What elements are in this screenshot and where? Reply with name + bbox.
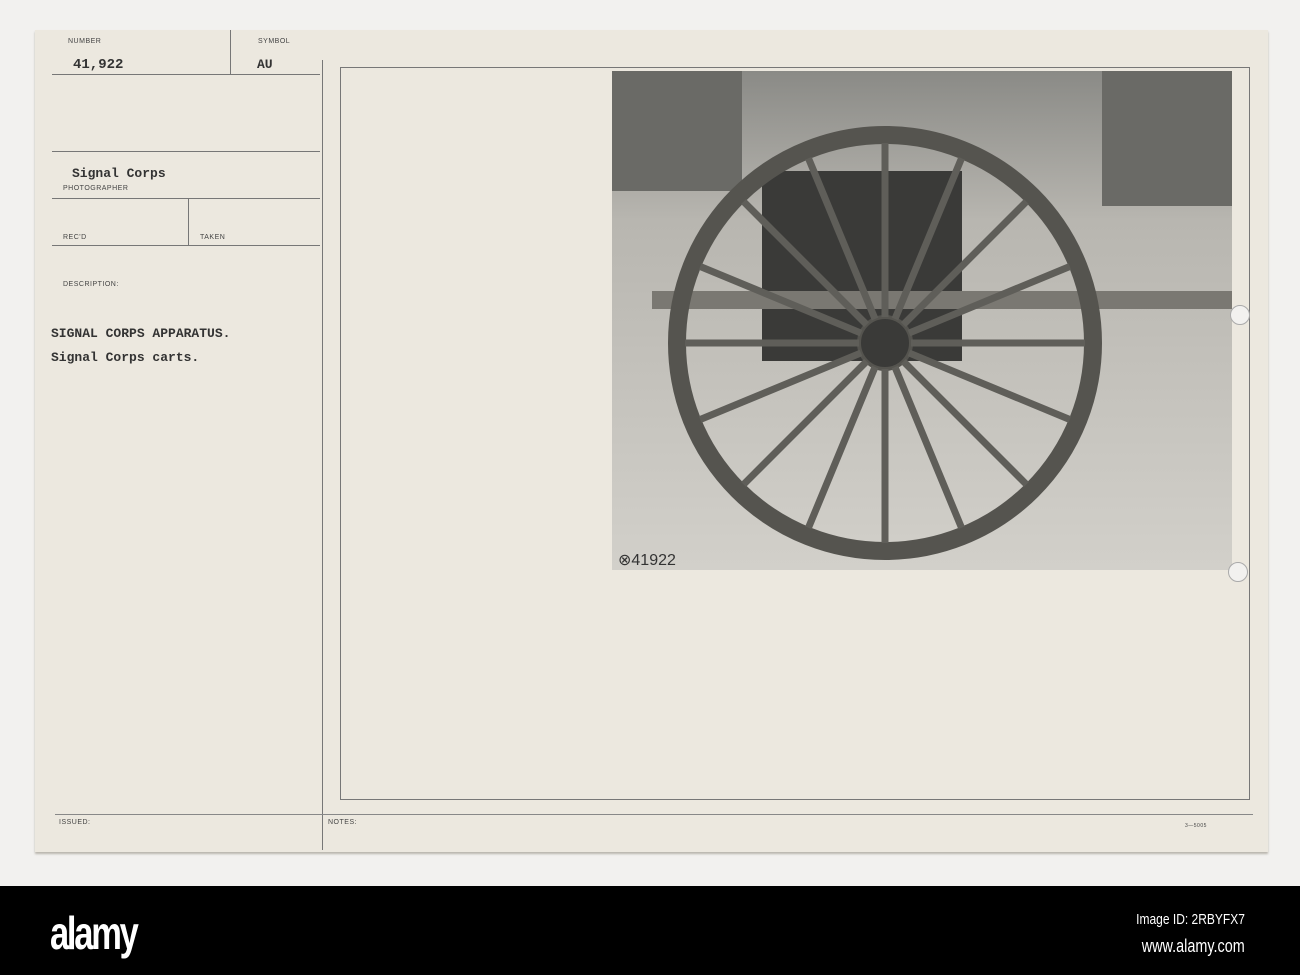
recd-label: REC'D xyxy=(63,234,87,241)
punch-hole xyxy=(1228,562,1248,582)
number-label: NUMBER xyxy=(68,38,102,45)
divider xyxy=(52,74,320,75)
image-id: Image ID: 2RBYFX7 xyxy=(1136,911,1245,928)
alamy-logo: alamy xyxy=(50,907,139,959)
cart-wheel-photo: ⊗41922 xyxy=(612,71,1232,570)
divider xyxy=(52,198,320,199)
photographer-value: Signal Corps xyxy=(72,166,166,181)
handwritten-number: ⊗41922 xyxy=(618,552,676,569)
divider xyxy=(52,151,320,152)
number-value: 41,922 xyxy=(73,57,124,73)
divider xyxy=(188,198,189,245)
divider xyxy=(55,814,1253,815)
issued-label: ISSUED: xyxy=(59,819,91,826)
symbol-value: AU xyxy=(257,57,273,72)
photo-image: ⊗41922 xyxy=(612,71,1232,570)
column-divider xyxy=(322,60,323,850)
form-code: 3—5005 xyxy=(1185,823,1207,829)
divider xyxy=(52,245,320,246)
description-label: DESCRIPTION: xyxy=(63,281,119,288)
symbol-label: SYMBOL xyxy=(258,38,291,45)
notes-label: NOTES: xyxy=(328,819,358,826)
description-line-2: Signal Corps carts. xyxy=(51,350,200,365)
punch-hole xyxy=(1230,305,1250,325)
watermark-footer: alamy Image ID: 2RBYFX7 www.alamy.com xyxy=(0,886,1300,975)
divider xyxy=(230,30,231,74)
site-url[interactable]: www.alamy.com xyxy=(1142,936,1245,957)
description-line-1: SIGNAL CORPS APPARATUS. xyxy=(51,326,231,341)
photographer-label: PHOTOGRAPHER xyxy=(63,185,129,192)
taken-label: TAKEN xyxy=(200,234,226,241)
